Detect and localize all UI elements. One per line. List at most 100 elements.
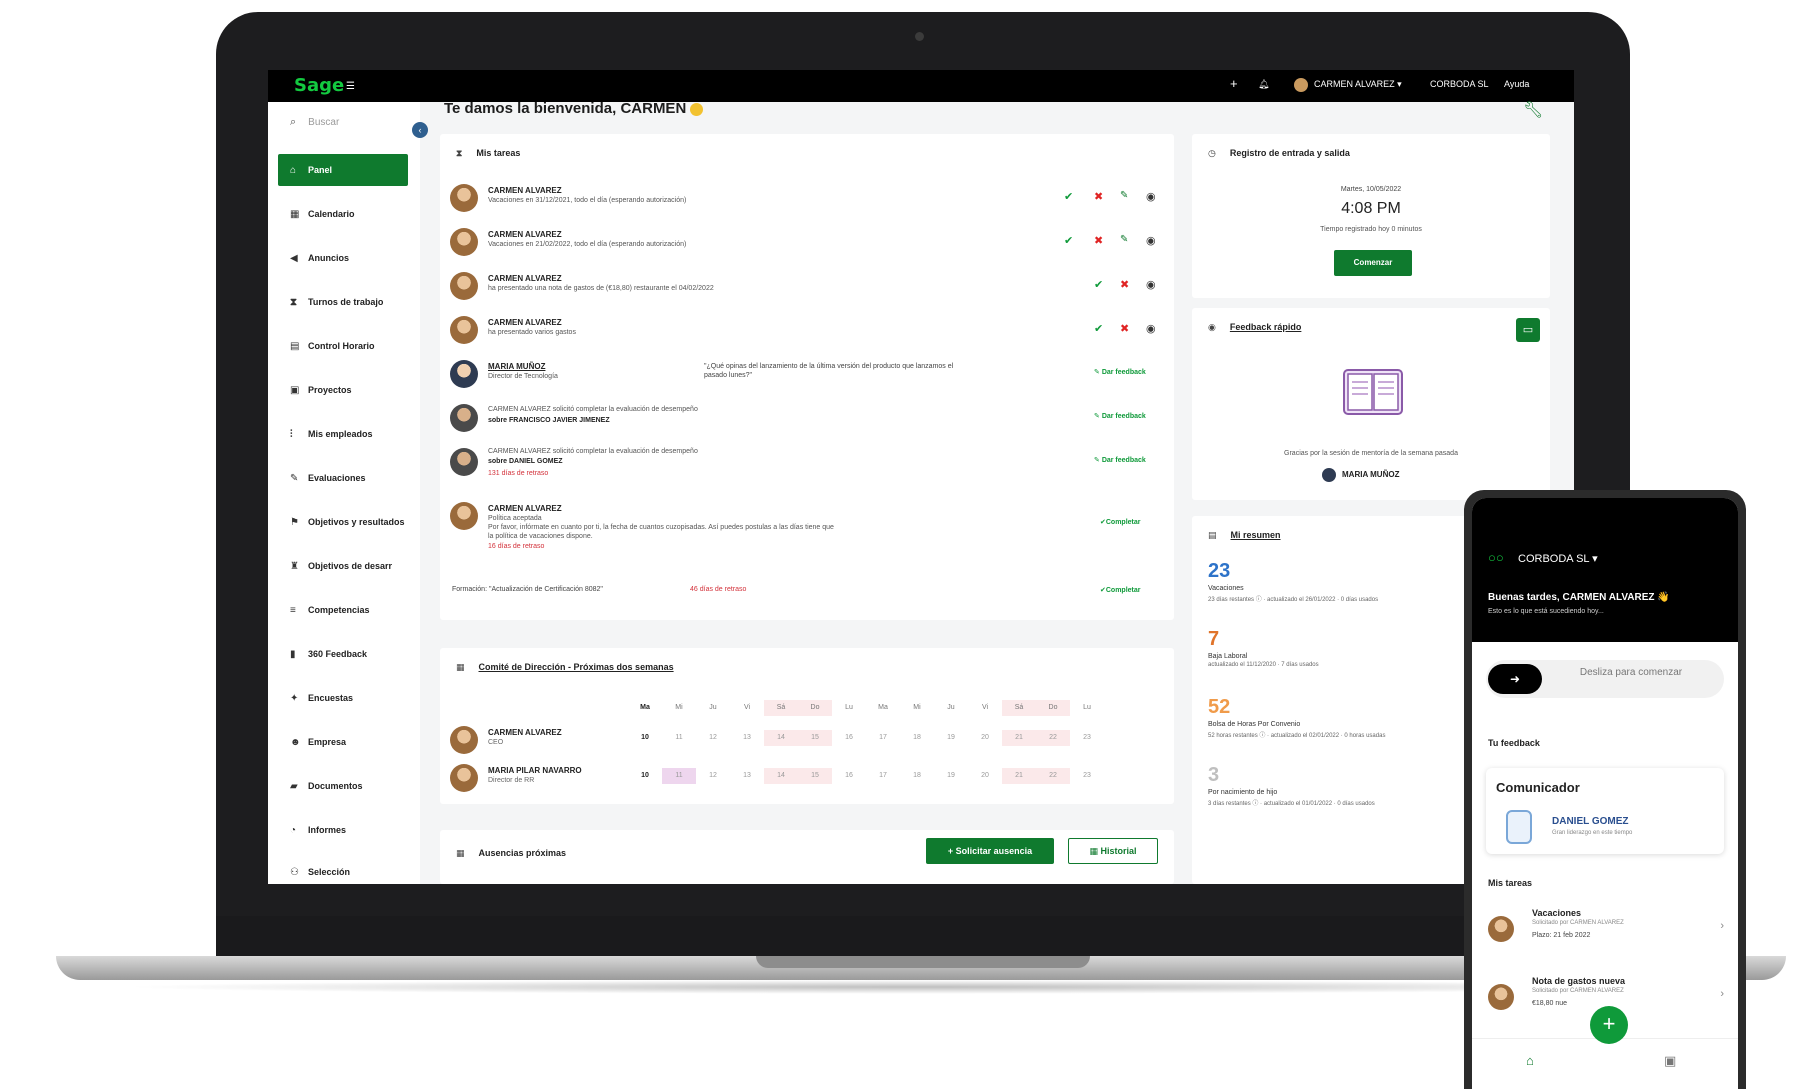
add-button[interactable]: + — [1590, 1006, 1628, 1044]
view-icon[interactable]: ◉ — [1146, 322, 1156, 335]
sidebar-item-control-horario[interactable]: ▤ Control Horario — [278, 330, 408, 362]
day-cell[interactable]: 19 — [934, 768, 968, 784]
start-button[interactable]: Comenzar — [1334, 250, 1412, 276]
approve-icon[interactable]: ✔ — [1094, 322, 1103, 335]
arrow-right-icon[interactable]: ➜ — [1488, 664, 1542, 694]
day-cell[interactable]: 10 — [628, 730, 662, 746]
day-cell[interactable]: 12 — [696, 768, 730, 784]
wrench-icon[interactable]: 🔧︎ — [1523, 100, 1543, 120]
sidebar-item-empresa[interactable]: ☻ Empresa — [278, 726, 408, 758]
reject-icon[interactable]: ✖ — [1120, 278, 1129, 291]
task-row[interactable]: CARMEN ALVAREZ Vacaciones en 21/02/2022,… — [450, 224, 1164, 264]
day-cell[interactable]: 16 — [832, 730, 866, 746]
help-link[interactable]: Ayuda — [1504, 79, 1529, 89]
task-row[interactable]: CARMEN ALVAREZ solicitó completar la eva… — [450, 400, 1164, 440]
sidebar-item-mis-empleados[interactable]: ⫶ Mis empleados — [278, 418, 408, 450]
day-cell[interactable]: 21 — [1002, 730, 1036, 746]
company-selector[interactable]: CORBODA SL ▾ — [1518, 552, 1598, 565]
sidebar-collapse-button[interactable]: ‹ — [412, 122, 428, 138]
menu-icon[interactable]: ☰ — [346, 81, 355, 92]
sidebar-item-turnos[interactable]: ⧗ Turnos de trabajo — [278, 286, 408, 318]
day-cell[interactable]: 20 — [968, 730, 1002, 746]
list-item[interactable]: Vacaciones Solicitado por CARMEN ALVAREZ… — [1472, 900, 1738, 958]
approve-icon[interactable]: ✔ — [1064, 234, 1073, 247]
give-feedback-link[interactable]: ✎ Dar feedback — [1094, 368, 1146, 376]
committee-title[interactable]: ▦ Comité de Dirección - Próximas dos sema… — [456, 662, 674, 673]
edit-icon[interactable]: ✎ — [1120, 190, 1128, 201]
sidebar-item-objetivos[interactable]: ⚑ Objetivos y resultados — [278, 506, 408, 538]
give-feedback-link[interactable]: ✎ Dar feedback — [1094, 456, 1146, 464]
task-row[interactable]: CARMEN ALVAREZ Vacaciones en 31/12/2021,… — [450, 180, 1164, 220]
day-cell[interactable]: 17 — [866, 768, 900, 784]
briefcase-icon[interactable]: ▣ — [1664, 1053, 1676, 1069]
task-name[interactable]: MARIA MUÑOZ — [488, 362, 545, 371]
sidebar-item-proyectos[interactable]: ▣ Proyectos — [278, 374, 408, 406]
day-cell[interactable]: 14 — [764, 768, 798, 784]
day-cell[interactable]: 10 — [628, 768, 662, 784]
complete-link[interactable]: ✔Completar — [1100, 586, 1141, 594]
day-cell[interactable]: 21 — [1002, 768, 1036, 784]
task-row[interactable]: CARMEN ALVAREZ Política aceptada Por fav… — [450, 498, 1164, 564]
sidebar-item-panel[interactable]: ⌂ Panel — [278, 154, 408, 186]
day-cell[interactable]: 13 — [730, 730, 764, 746]
plus-icon[interactable]: + — [1230, 76, 1238, 91]
sidebar-item-documentos[interactable]: ▰ Documentos — [278, 770, 408, 802]
feedback-card[interactable]: Comunicador DANIEL GOMEZ Gran liderazgo … — [1486, 768, 1724, 854]
day-cell[interactable]: 15 — [798, 768, 832, 784]
edit-icon[interactable]: ✎ — [1120, 234, 1128, 245]
task-row[interactable]: CARMEN ALVAREZ solicitó completar la eva… — [450, 444, 1164, 484]
day-cell[interactable]: 18 — [900, 730, 934, 746]
give-feedback-link[interactable]: ✎ Dar feedback — [1094, 412, 1146, 420]
task-row[interactable]: CARMEN ALVAREZ ha presentado varios gast… — [450, 312, 1164, 352]
day-cell[interactable]: 11 — [662, 730, 696, 746]
avatar[interactable] — [1294, 78, 1308, 92]
day-cell[interactable]: 22 — [1036, 730, 1070, 746]
sidebar-item-seleccion[interactable]: ⚇ Selección — [278, 856, 408, 884]
search-input[interactable]: ⌕ Buscar — [290, 116, 400, 136]
task-row[interactable]: CARMEN ALVAREZ ha presentado una nota de… — [450, 268, 1164, 308]
sidebar-item-informes[interactable]: ◔ Informes — [278, 814, 408, 846]
view-icon[interactable]: ◉ — [1146, 234, 1156, 247]
history-button[interactable]: ▦ Historial — [1068, 838, 1158, 864]
sidebar-item-evaluaciones[interactable]: ✎ Evaluaciones — [278, 462, 408, 494]
sidebar-item-360-feedback[interactable]: ▮ 360 Feedback — [278, 638, 408, 670]
chat-icon[interactable]: ▭ — [1516, 318, 1540, 342]
user-menu[interactable]: CARMEN ALVAREZ ▾ — [1314, 79, 1402, 90]
task-row[interactable]: MARIA MUÑOZ Director de Tecnología "¿Qué… — [450, 356, 1164, 396]
sidebar-item-objetivos-desarrollo[interactable]: ♜ Objetivos de desarr — [278, 550, 408, 582]
day-cell[interactable]: 15 — [798, 730, 832, 746]
request-absence-button[interactable]: + Solicitar ausencia — [926, 838, 1054, 864]
day-cell[interactable]: 23 — [1070, 768, 1104, 784]
day-cell[interactable]: 11 — [662, 768, 696, 784]
bell-icon[interactable]: 🔔︎ — [1258, 79, 1269, 90]
day-cell[interactable]: 12 — [696, 730, 730, 746]
person-name[interactable]: MARIA PILAR NAVARRO — [488, 766, 582, 775]
sidebar-item-competencias[interactable]: ≡ Competencias — [278, 594, 408, 626]
company-name[interactable]: CORBODA SL — [1430, 79, 1489, 89]
sidebar-item-anuncios[interactable]: ◀ Anuncios — [278, 242, 408, 274]
approve-icon[interactable]: ✔ — [1094, 278, 1103, 291]
reject-icon[interactable]: ✖ — [1120, 322, 1129, 335]
feedback-title[interactable]: ◉ Feedback rápido — [1208, 322, 1301, 333]
sidebar-item-encuestas[interactable]: ✦ Encuestas — [278, 682, 408, 714]
summary-title[interactable]: ▤ Mi resumen — [1208, 530, 1281, 541]
complete-link[interactable]: ✔Completar — [1100, 518, 1141, 526]
reject-icon[interactable]: ✖ — [1094, 234, 1103, 247]
day-cell[interactable]: 18 — [900, 768, 934, 784]
day-cell[interactable]: 16 — [832, 768, 866, 784]
day-cell[interactable]: 23 — [1070, 730, 1104, 746]
feedback-author[interactable]: MARIA MUÑOZ — [1322, 468, 1399, 482]
day-cell[interactable]: 19 — [934, 730, 968, 746]
day-cell[interactable]: 14 — [764, 730, 798, 746]
day-cell[interactable]: 22 — [1036, 768, 1070, 784]
reject-icon[interactable]: ✖ — [1094, 190, 1103, 203]
view-icon[interactable]: ◉ — [1146, 278, 1156, 291]
view-icon[interactable]: ◉ — [1146, 190, 1156, 203]
day-cell[interactable]: 20 — [968, 768, 1002, 784]
slide-to-start[interactable]: ➜ Desliza para comenzar — [1486, 660, 1724, 698]
sidebar-item-calendario[interactable]: ▦ Calendario — [278, 198, 408, 230]
person-name[interactable]: CARMEN ALVAREZ — [488, 728, 562, 737]
day-cell[interactable]: 17 — [866, 730, 900, 746]
sage-logo[interactable]: Sage — [294, 75, 344, 96]
day-cell[interactable]: 13 — [730, 768, 764, 784]
